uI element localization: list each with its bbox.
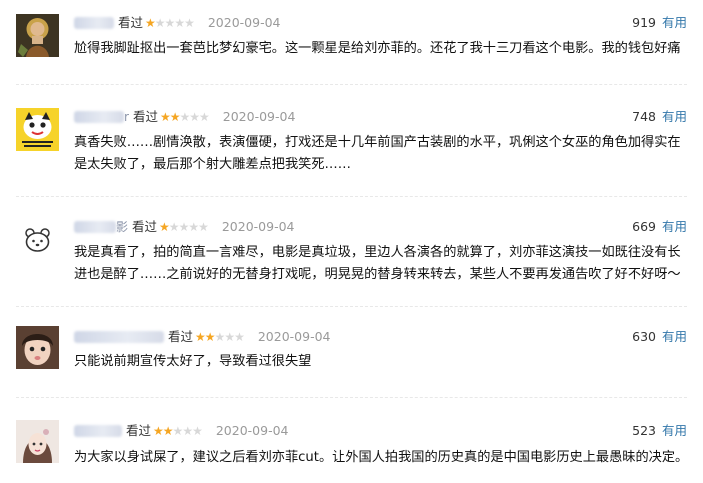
review-date: 2020-09-04 xyxy=(215,423,289,438)
star-filled-icon: ★ xyxy=(159,220,170,234)
star-empty-icon: ★ xyxy=(168,220,180,234)
star-empty-icon: ★ xyxy=(234,330,245,344)
divider xyxy=(16,196,687,197)
vote-area: 919 有用 xyxy=(632,13,687,33)
rating-stars: ★★★★★ xyxy=(159,107,210,127)
review-text: 真香失败……剧情涣散，表演僵硬，打戏还是十几年前国产古装剧的水平，巩俐这个女巫的… xyxy=(74,135,681,172)
review-meta: r 看过 ★★★★★ 2020-09-04 xyxy=(74,107,295,127)
username[interactable]: 影 xyxy=(74,217,128,237)
star-empty-icon: ★ xyxy=(214,330,226,344)
child-photo-avatar[interactable] xyxy=(16,326,59,369)
vote-count: 919 xyxy=(632,15,656,30)
rating-stars: ★★★★★ xyxy=(159,217,209,237)
tiger-cartoon-avatar[interactable] xyxy=(16,108,59,151)
star-empty-icon: ★ xyxy=(224,330,235,344)
review-date: 2020-09-04 xyxy=(207,15,281,30)
review-text: 为大家以身试屎了，建议之后看刘亦菲cut。让外国人拍我国的历史真的是中国电影历史… xyxy=(74,450,689,465)
username[interactable]: r xyxy=(74,107,129,127)
star-empty-icon: ★ xyxy=(192,424,203,438)
review-date: 2020-09-04 xyxy=(222,109,296,124)
useful-button[interactable]: 有用 xyxy=(662,219,687,234)
review-date: 2020-09-04 xyxy=(221,219,295,234)
vote-count: 630 xyxy=(632,329,656,344)
username[interactable] xyxy=(74,13,114,33)
divider xyxy=(16,84,687,85)
girl-illustration-avatar[interactable] xyxy=(16,420,59,463)
watched-label: 看过 xyxy=(126,423,152,438)
star-empty-icon: ★ xyxy=(189,110,200,124)
vote-count: 748 xyxy=(632,109,656,124)
vote-area: 748 有用 xyxy=(632,107,687,127)
useful-button[interactable]: 有用 xyxy=(662,329,687,344)
review-meta: 看过 ★★★★★ 2020-09-04 xyxy=(74,327,331,347)
star-empty-icon: ★ xyxy=(178,220,190,234)
username[interactable] xyxy=(74,327,164,347)
divider xyxy=(16,397,687,398)
useful-button[interactable]: 有用 xyxy=(662,109,687,124)
star-empty-icon: ★ xyxy=(174,16,185,30)
vote-count: 523 xyxy=(632,423,656,438)
bear-doodle-avatar[interactable] xyxy=(16,219,59,262)
star-empty-icon: ★ xyxy=(154,16,166,30)
watched-label: 看过 xyxy=(132,219,158,234)
review-date: 2020-09-04 xyxy=(257,329,331,344)
watched-label: 看过 xyxy=(118,15,144,30)
star-empty-icon: ★ xyxy=(188,220,199,234)
star-empty-icon: ★ xyxy=(182,424,193,438)
rating-stars: ★★★★★ xyxy=(153,421,203,441)
star-empty-icon: ★ xyxy=(179,110,190,124)
username[interactable] xyxy=(74,421,122,441)
vote-area: 523 有用 xyxy=(632,421,687,441)
review-text: 我是真看了，拍的简直一言难尽，电影是真垃圾，里边人各演各的就算了，刘亦菲这演技一… xyxy=(74,245,681,282)
star-empty-icon: ★ xyxy=(199,110,210,124)
star-filled-icon: ★ xyxy=(153,424,164,438)
saint-portrait-avatar[interactable] xyxy=(16,14,59,57)
watched-label: 看过 xyxy=(132,109,158,124)
watched-label: 看过 xyxy=(168,329,194,344)
vote-area: 630 有用 xyxy=(632,327,687,347)
review-meta: 看过 ★★★★★ 2020-09-04 xyxy=(74,13,281,33)
star-filled-icon: ★ xyxy=(145,16,156,30)
useful-button[interactable]: 有用 xyxy=(662,423,687,438)
star-empty-icon: ★ xyxy=(172,424,184,438)
star-empty-icon: ★ xyxy=(184,16,195,30)
vote-area: 669 有用 xyxy=(632,217,687,237)
divider xyxy=(16,306,687,307)
review-meta: 看过 ★★★★★ 2020-09-04 xyxy=(74,421,289,441)
star-filled-icon: ★ xyxy=(204,330,216,344)
star-filled-icon: ★ xyxy=(162,424,174,438)
star-empty-icon: ★ xyxy=(164,16,176,30)
rating-stars: ★★★★★ xyxy=(195,327,245,347)
rating-stars: ★★★★★ xyxy=(145,13,195,33)
useful-button[interactable]: 有用 xyxy=(662,15,687,30)
star-filled-icon: ★ xyxy=(195,330,206,344)
star-filled-icon: ★ xyxy=(159,110,171,124)
review-meta: 影 看过 ★★★★★ 2020-09-04 xyxy=(74,217,295,237)
review-text: 只能说前期宣传太好了，导致看过很失望 xyxy=(74,354,312,369)
vote-count: 669 xyxy=(632,219,656,234)
review-text: 尬得我脚趾抠出一套芭比梦幻豪宅。这一颗星是给刘亦菲的。还花了我十三刀看这个电影。… xyxy=(74,41,681,56)
star-empty-icon: ★ xyxy=(198,220,209,234)
